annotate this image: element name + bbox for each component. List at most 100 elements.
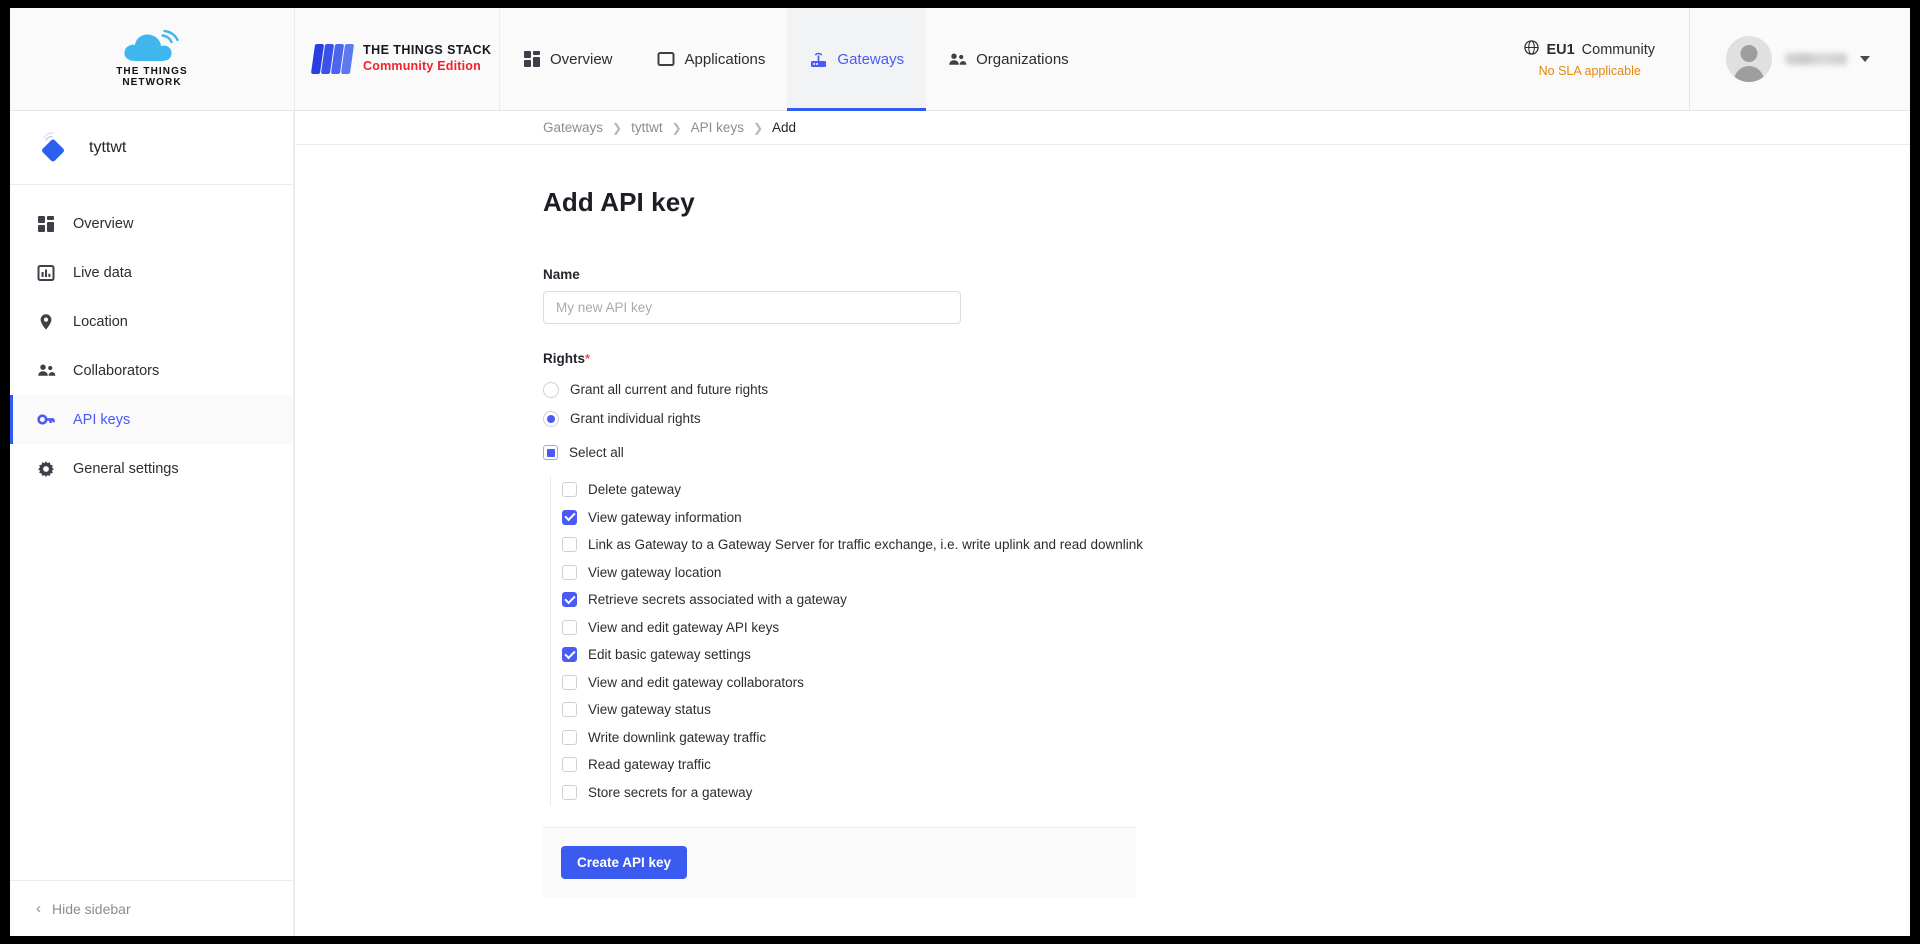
required-marker: *: [585, 351, 591, 366]
right-checkbox[interactable]: [562, 757, 577, 773]
right-checkbox[interactable]: [562, 592, 577, 608]
radio-button[interactable]: [543, 410, 559, 427]
right-checkbox-row[interactable]: Edit basic gateway settings: [562, 641, 1910, 669]
rights-radio-option[interactable]: Grant individual rights: [543, 404, 1910, 433]
sidebar-nav: Overview Live data Location Collaborators AP…: [10, 185, 294, 880]
nav-tab-label: Organizations: [976, 50, 1069, 68]
the-things-network-logo[interactable]: THE THINGS NETWORK: [10, 8, 295, 110]
key-icon: [36, 410, 56, 430]
nav-tab-label: Gateways: [837, 50, 905, 68]
right-checkbox-row[interactable]: View gateway location: [562, 559, 1910, 587]
right-checkbox[interactable]: [562, 784, 577, 800]
right-label: Store secrets for a gateway: [588, 784, 753, 800]
right-checkbox[interactable]: [562, 647, 577, 663]
right-checkbox-row[interactable]: Link as Gateway to a Gateway Server for …: [562, 531, 1910, 559]
collaborators-icon: [36, 361, 56, 381]
right-checkbox-row[interactable]: View and edit gateway collaborators: [562, 669, 1910, 697]
grid-icon: [522, 50, 541, 69]
breadcrumb-item-gateways[interactable]: Gateways: [543, 120, 603, 135]
rights-radio-option[interactable]: Grant all current and future rights: [543, 375, 1910, 404]
breadcrumb-item-api-keys[interactable]: API keys: [691, 120, 744, 135]
sidebar-item-api-keys[interactable]: API keys: [10, 395, 294, 444]
gear-icon: [36, 459, 56, 479]
chevron-left-icon: ‹: [36, 900, 41, 917]
breadcrumb-item-add: Add: [772, 120, 797, 135]
cluster-id: EU1: [1546, 41, 1575, 58]
page-title: Add API key: [543, 187, 695, 217]
right-checkbox[interactable]: [562, 537, 577, 553]
user-menu[interactable]: [1690, 8, 1910, 110]
sidebar-item-collaborators[interactable]: Collaborators: [10, 346, 294, 395]
right-checkbox-row[interactable]: View gateway status: [562, 696, 1910, 724]
rights-radio-group: Grant all current and future rights Grant…: [543, 375, 1910, 433]
sidebar-item-label: Location: [73, 313, 128, 330]
breadcrumb-item-tyttwt[interactable]: tyttwt: [631, 120, 663, 135]
right-checkbox[interactable]: [562, 729, 577, 745]
main-content: Gateways ❯ tyttwt ❯ API keys ❯ Add Add API key…: [295, 111, 1910, 936]
grid-icon: [36, 214, 56, 234]
right-checkbox-row[interactable]: View and edit gateway API keys: [562, 614, 1910, 642]
radio-button[interactable]: [543, 381, 559, 398]
breadcrumb-separator: ❯: [612, 120, 623, 135]
rights-checkbox-list: Delete gateway View gateway information Li…: [550, 476, 1910, 806]
select-all-row[interactable]: Select all: [543, 438, 1910, 467]
sidebar-item-location[interactable]: Location: [10, 297, 294, 346]
right-label: Delete gateway: [588, 482, 682, 498]
top-navigation-bar: THE THINGS NETWORK THE THINGS STACK Comm…: [10, 8, 1910, 111]
sidebar-item-general-settings[interactable]: General settings: [10, 444, 294, 493]
right-label: View gateway status: [588, 702, 711, 718]
avatar: [1726, 36, 1772, 82]
sidebar-item-label: Overview: [73, 215, 134, 232]
name-field-label: Name: [543, 267, 580, 282]
right-label: Write downlink gateway traffic: [588, 729, 767, 745]
radio-label: Grant individual rights: [570, 411, 701, 426]
right-checkbox-row[interactable]: Read gateway traffic: [562, 751, 1910, 779]
nav-tab-gateways[interactable]: Gateways: [787, 8, 927, 111]
rights-label: Rights*: [543, 351, 1910, 366]
right-checkbox[interactable]: [562, 674, 577, 690]
form-submit-bar: Create API key: [543, 827, 1136, 897]
create-api-key-button[interactable]: Create API key: [561, 846, 688, 879]
chart-icon: [36, 263, 56, 283]
right-checkbox-row[interactable]: View gateway information: [562, 504, 1910, 532]
right-label: View gateway location: [588, 564, 722, 580]
sla-status: No SLA applicable: [1538, 64, 1641, 78]
name-input[interactable]: [543, 291, 961, 324]
right-checkbox-row[interactable]: Write downlink gateway traffic: [562, 724, 1910, 752]
right-checkbox[interactable]: [562, 482, 577, 498]
user-name: [1785, 53, 1847, 65]
cluster-info[interactable]: EU1 Community No SLA applicable: [1498, 8, 1690, 110]
organizations-icon: [948, 50, 967, 69]
sidebar-item-overview[interactable]: Overview: [10, 199, 294, 248]
radio-label: Grant all current and future rights: [570, 382, 769, 397]
sidebar-item-label: General settings: [73, 460, 179, 477]
right-checkbox[interactable]: [562, 619, 577, 635]
the-things-stack-logo[interactable]: THE THINGS STACK Community Edition: [295, 8, 500, 110]
location-pin-icon: [36, 312, 56, 332]
hide-sidebar-button[interactable]: ‹ Hide sidebar: [10, 880, 294, 936]
stack-title: THE THINGS STACK: [363, 43, 492, 58]
nav-tab-label: Overview: [550, 50, 613, 68]
globe-icon: [1524, 40, 1540, 59]
nav-tab-overview[interactable]: Overview: [500, 8, 635, 110]
sidebar-item-live-data[interactable]: Live data: [10, 248, 294, 297]
right-checkbox-row[interactable]: Store secrets for a gateway: [562, 779, 1910, 807]
top-nav-tabs: Overview Applications Gateways Organization…: [500, 8, 1091, 111]
right-checkbox[interactable]: [562, 564, 577, 580]
nav-tab-applications[interactable]: Applications: [635, 8, 788, 110]
gateway-diamond-icon: [36, 130, 72, 166]
sidebar-entity-header[interactable]: tyttwt: [10, 111, 294, 185]
right-checkbox-row[interactable]: Delete gateway: [562, 476, 1910, 504]
add-api-key-form: Name Rights* Grant all current and futur…: [543, 267, 1910, 897]
select-all-checkbox[interactable]: [543, 445, 558, 460]
cloud-icon: [121, 29, 183, 64]
nav-tab-organizations[interactable]: Organizations: [926, 8, 1091, 110]
right-checkbox[interactable]: [562, 702, 577, 718]
right-label: Edit basic gateway settings: [588, 647, 751, 663]
application-icon: [657, 50, 676, 69]
sidebar-item-label: API keys: [73, 411, 131, 428]
right-checkbox-row[interactable]: Retrieve secrets associated with a gatew…: [562, 586, 1910, 614]
ttn-wordmark-line2: NETWORK: [122, 77, 182, 88]
chevron-down-icon[interactable]: [1860, 56, 1870, 62]
right-checkbox[interactable]: [562, 509, 577, 525]
